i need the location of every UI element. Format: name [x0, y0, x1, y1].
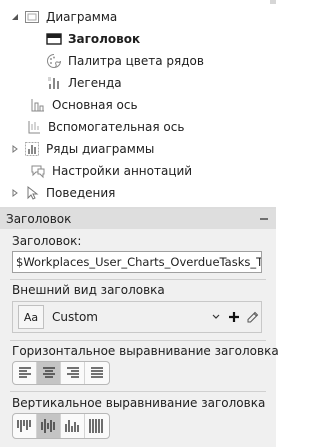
- appearance-label: Внешний вид заголовка: [12, 283, 165, 297]
- valign-middle-icon: [40, 419, 55, 433]
- behaviors-icon: [24, 185, 40, 201]
- valign-stretch-icon: [89, 419, 103, 433]
- tree-item-label: Заголовок: [68, 32, 141, 46]
- align-right-icon: [66, 367, 79, 378]
- style-name: Custom: [52, 310, 98, 324]
- section-header[interactable]: Заголовок: [0, 209, 276, 229]
- title-field-label: Заголовок:: [12, 234, 82, 248]
- align-left-button[interactable]: [13, 362, 37, 384]
- divider: [10, 340, 266, 341]
- h-align-label: Горизонтальное выравнивание заголовка: [12, 344, 279, 358]
- primary-axis-icon: [30, 97, 46, 113]
- align-justify-icon: [91, 367, 103, 378]
- tree-item-label: Настройки аннотаций: [52, 164, 193, 178]
- palette-icon: [46, 53, 62, 69]
- style-preview-swatch: Aa: [18, 305, 44, 329]
- collapse-icon[interactable]: [258, 212, 270, 226]
- align-right-button[interactable]: [61, 362, 85, 384]
- valign-bottom-button[interactable]: [61, 414, 85, 438]
- scroll-indicator: [270, 0, 276, 4]
- chevron-down-icon[interactable]: [211, 311, 221, 323]
- expanded-chevron-icon[interactable]: [10, 12, 20, 22]
- tree-item-label: Палитра цвета рядов: [68, 54, 204, 68]
- align-justify-button[interactable]: [85, 362, 109, 384]
- tree-item-primary-axis[interactable]: Основная ось: [30, 94, 138, 116]
- tree-item-behaviors[interactable]: Поведения: [10, 182, 115, 204]
- chart-series-icon: [24, 141, 40, 157]
- tree-item-secondary-axis[interactable]: Вспомогательная ось: [26, 116, 184, 138]
- valign-middle-button[interactable]: [37, 414, 61, 438]
- collapsed-chevron-icon[interactable]: [10, 144, 20, 154]
- edit-style-icon[interactable]: [245, 308, 259, 326]
- add-style-icon[interactable]: [227, 308, 241, 326]
- align-left-icon: [18, 367, 31, 378]
- title-icon: [46, 31, 62, 47]
- v-align-group: [12, 413, 110, 439]
- tree-item-chart-series[interactable]: Ряды диаграммы: [10, 138, 154, 160]
- tree-item-chart[interactable]: Диаграмма: [10, 6, 117, 28]
- tree-item-label: Вспомогательная ось: [48, 120, 185, 134]
- valign-top-icon: [16, 420, 31, 432]
- title-properties-panel: Заголовок Заголовок: $Workplaces_User_Ch…: [0, 209, 279, 447]
- divider: [10, 279, 266, 280]
- h-align-group: [12, 361, 110, 385]
- valign-bottom-icon: [64, 420, 79, 432]
- tree-item-legend[interactable]: Легенда: [46, 72, 122, 94]
- tree-item-title[interactable]: Заголовок: [46, 28, 140, 50]
- tree-item-label: Основная ось: [52, 98, 138, 112]
- tree-item-label: Диаграмма: [46, 10, 118, 24]
- align-center-button[interactable]: [37, 362, 61, 384]
- title-input[interactable]: $Workplaces_User_Charts_OverdueTasks_Tit…: [12, 251, 262, 273]
- align-center-icon: [42, 367, 55, 378]
- v-align-label: Вертикальное выравнивание заголовка: [12, 396, 266, 410]
- chart-frame-icon: [24, 9, 40, 25]
- section-title: Заголовок: [6, 212, 72, 226]
- legend-icon: [46, 75, 62, 91]
- tree-item-series-palette[interactable]: Палитра цвета рядов: [46, 50, 204, 72]
- tree-item-annotations[interactable]: Настройки аннотаций: [30, 160, 192, 182]
- divider: [10, 391, 266, 392]
- valign-top-button[interactable]: [13, 414, 37, 438]
- secondary-axis-icon: [26, 119, 42, 135]
- tree-item-label: Легенда: [68, 76, 122, 90]
- collapsed-chevron-icon[interactable]: [10, 188, 20, 198]
- title-style-selector[interactable]: Aa Custom: [12, 301, 262, 333]
- valign-stretch-button[interactable]: [85, 414, 109, 438]
- settings-tree: Диаграмма Заголовок Палитра цвета рядов …: [0, 0, 276, 207]
- tree-item-label: Ряды диаграммы: [46, 142, 155, 156]
- tree-item-label: Поведения: [46, 186, 116, 200]
- annotations-icon: [30, 163, 46, 179]
